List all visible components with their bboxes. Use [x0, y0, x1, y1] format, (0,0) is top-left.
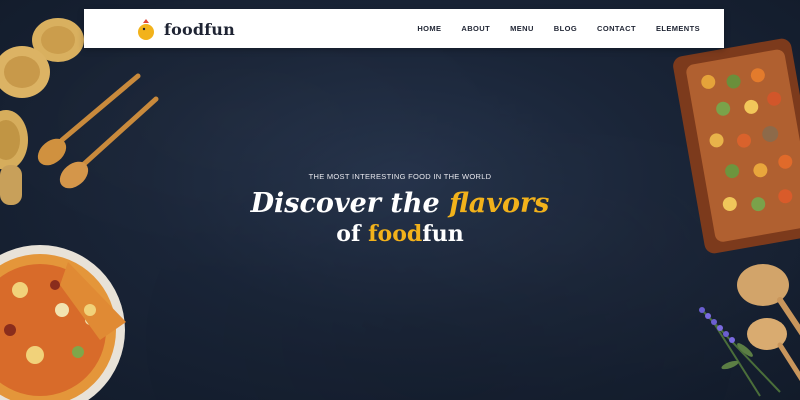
- nav-blog[interactable]: BLOG: [554, 24, 577, 33]
- hero-title-prefix: Discover the: [250, 188, 450, 219]
- hero-title-accent: flavors: [449, 188, 550, 219]
- nav-contact[interactable]: CONTACT: [597, 24, 636, 33]
- main-menu: HOME ABOUT MENU BLOG CONTACT ELEMENTS: [397, 9, 700, 48]
- nav-home[interactable]: HOME: [417, 24, 441, 33]
- pizza-image: [0, 245, 126, 400]
- hero-title-line1: Discover the flavors: [0, 188, 800, 219]
- hero-line2-suffix: fun: [422, 221, 464, 247]
- hero-headline: THE MOST INTERESTING FOOD IN THE WORLD D…: [0, 172, 800, 247]
- brand-logo[interactable]: foodfun: [134, 17, 235, 41]
- hero-kicker: THE MOST INTERESTING FOOD IN THE WORLD: [308, 172, 492, 181]
- brand-name: foodfun: [164, 19, 235, 39]
- nav-menu[interactable]: MENU: [510, 24, 534, 33]
- nav-elements[interactable]: ELEMENTS: [656, 24, 700, 33]
- nav-about[interactable]: ABOUT: [461, 24, 490, 33]
- hero-line2-accent: food: [368, 221, 423, 247]
- hero-line2-prefix: of: [336, 221, 369, 247]
- hero-title-line2: of foodfun: [0, 221, 800, 247]
- lemon-bird-icon: [138, 19, 154, 40]
- top-navbar: foodfun HOME ABOUT MENU BLOG CONTACT ELE…: [84, 9, 724, 48]
